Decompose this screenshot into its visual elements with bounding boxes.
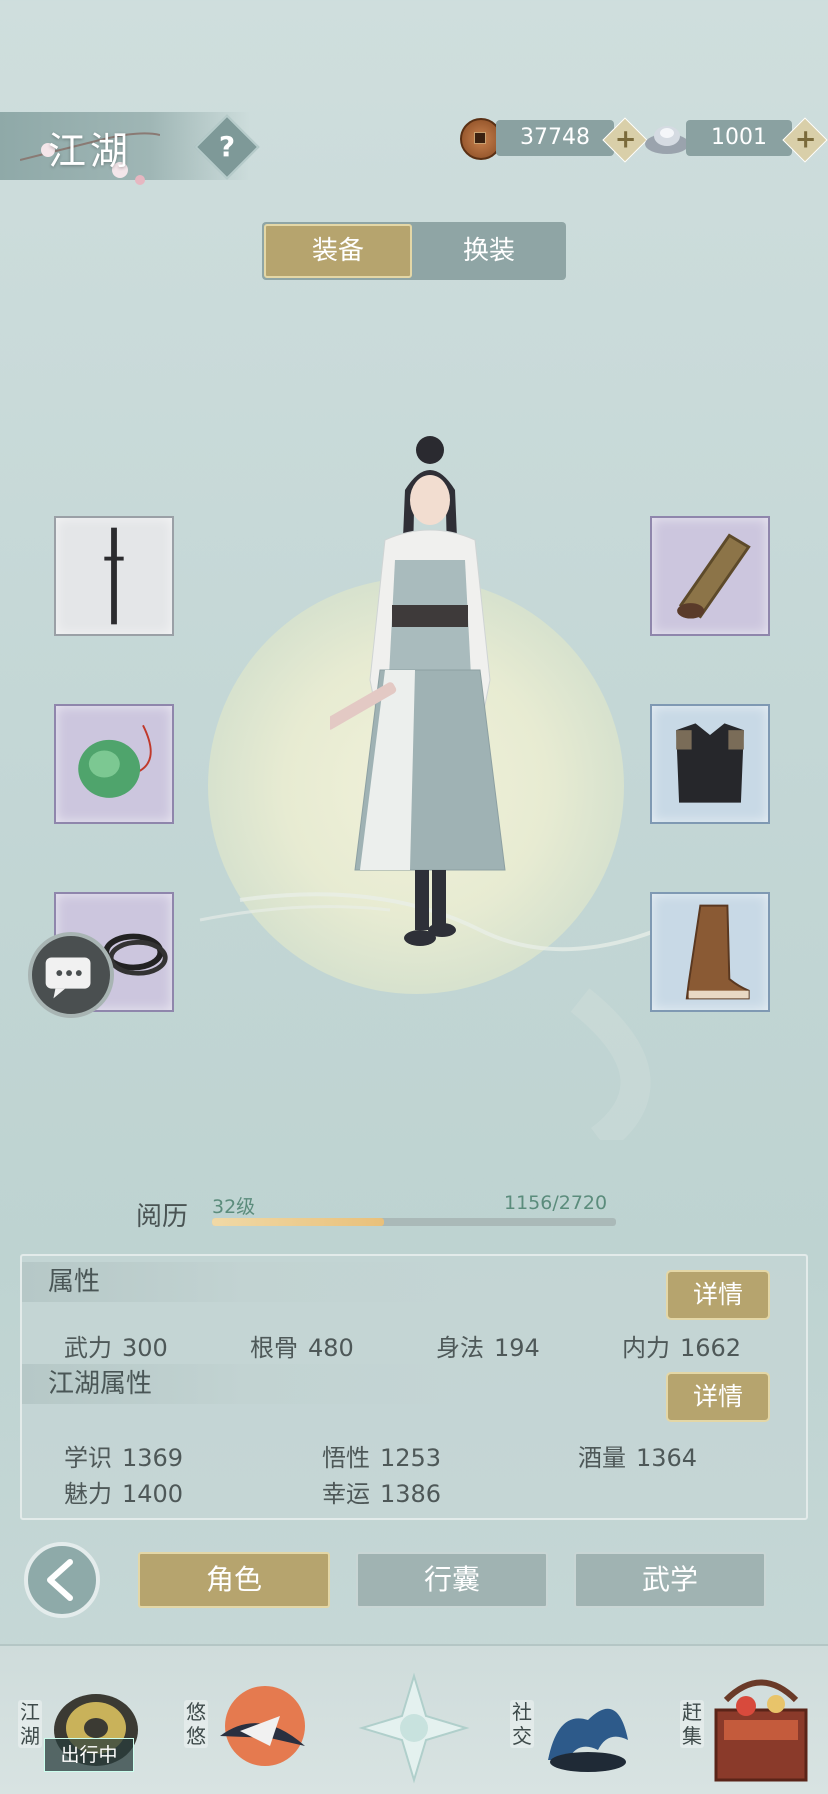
slot-accessory[interactable] [54,704,174,824]
jianghu-attributes-title: 江湖属性 [22,1364,468,1404]
back-button[interactable] [24,1542,100,1618]
nav-social-label: 社交 [510,1700,534,1748]
tab-martial-arts[interactable]: 武学 [574,1552,766,1608]
attributes-panel: 属性 详情 武力 300 根骨 480 身法 194 内力 1662 江湖属性 详情 学… [20,1254,808,1520]
attributes-title: 属性 [22,1262,468,1302]
experience-level: 32级 [212,1196,256,1218]
nav-home[interactable] [356,1670,472,1786]
boot-icon [685,904,750,1000]
attributes-detail-button[interactable]: 详情 [666,1270,770,1320]
stat-item: 根骨 480 [250,1334,354,1362]
slot-weapon[interactable] [54,516,174,636]
slot-bracer[interactable] [650,516,770,636]
plus-icon: + [614,124,637,155]
stat-item: 悟性 1253 [322,1444,442,1472]
nav-social[interactable]: 社交 [508,1660,648,1790]
nav-market[interactable]: 赶集 [676,1660,826,1790]
copper-amount: 37748 [496,120,614,156]
experience-bar [212,1218,616,1226]
tab-equip[interactable]: 装备 [264,224,412,278]
tab-outfit[interactable]: 换装 [414,224,564,278]
slot-boots[interactable] [650,892,770,1012]
plus-icon: + [794,124,817,155]
chat-icon [45,957,91,999]
player-character [330,436,506,946]
silver-amount: 1001 [686,120,792,156]
stat-item: 幸运 1386 [322,1480,442,1508]
question-icon: ? [218,130,236,163]
page-title: 江湖 [48,129,133,173]
experience-value: 1156/2720 [504,1192,608,1214]
tab-inventory[interactable]: 行囊 [356,1552,548,1608]
stat-item: 学识 1369 [64,1444,184,1472]
bird-sun-icon [220,1686,305,1766]
basket-icon [714,1679,808,1782]
armor-icon [676,723,744,803]
jianghu-detail-button[interactable]: 详情 [666,1372,770,1422]
experience-bar-fill [212,1218,384,1226]
stat-item: 魅力 1400 [64,1480,184,1508]
stat-item: 酒量 1364 [578,1444,698,1472]
nav-youyou-label: 悠悠 [184,1700,208,1748]
experience-label: 阅历 [136,1202,189,1232]
nav-market-label: 赶集 [680,1700,704,1748]
chat-button[interactable] [28,932,114,1018]
dagger-icon [104,527,124,625]
stat-item: 内力 1662 [622,1334,742,1362]
traveling-status: 出行中 [44,1738,134,1772]
back-arrow-icon [47,1559,73,1601]
stat-item: 武力 300 [64,1334,168,1362]
lotus-star-icon [358,1672,470,1784]
nav-youyou[interactable]: 悠悠 [180,1660,320,1790]
wave-icon [548,1708,628,1772]
nav-jianghu-label: 江湖 [18,1700,42,1748]
jade-pendant-icon [78,724,152,798]
slot-armor[interactable] [650,704,770,824]
tab-character[interactable]: 角色 [138,1552,330,1608]
stat-item: 身法 194 [436,1334,540,1362]
silver-ingot-icon [645,126,689,154]
bracer-icon [677,533,751,619]
